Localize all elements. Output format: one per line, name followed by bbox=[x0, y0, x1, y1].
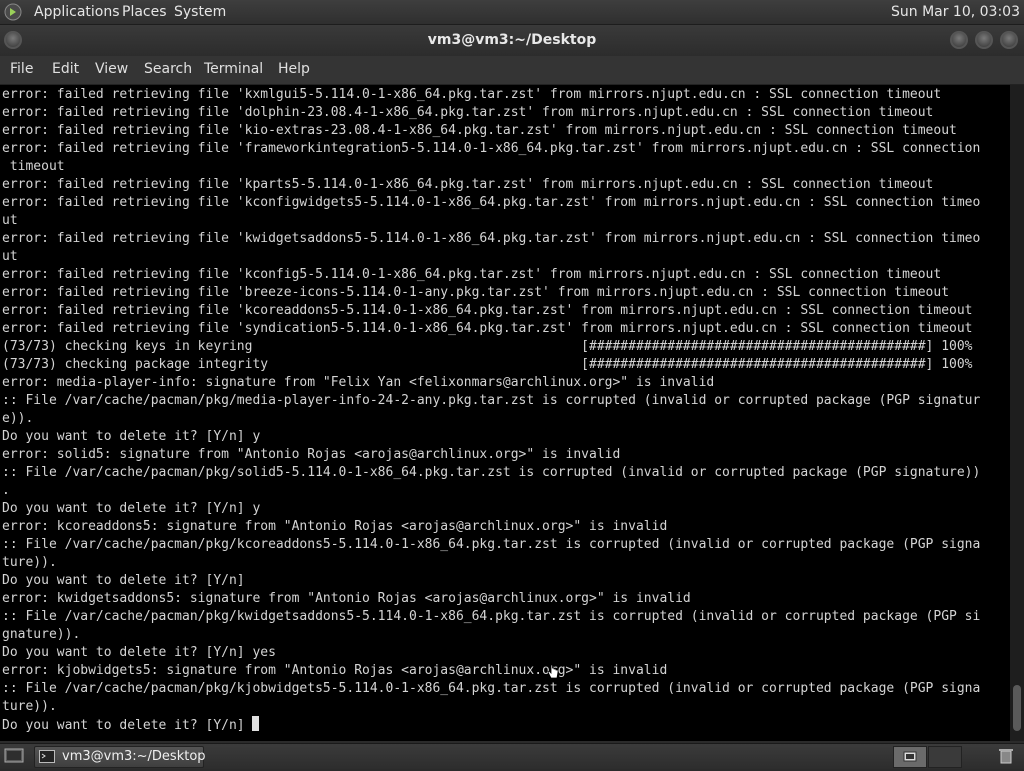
top-panel: Applications Places System Sun Mar 10, 0… bbox=[0, 0, 1024, 25]
show-desktop-icon[interactable] bbox=[4, 747, 24, 765]
terminal-line: :: File /var/cache/pacman/pkg/kjobwidget… bbox=[2, 681, 981, 696]
terminal-line: error: failed retrieving file 'kparts5-5… bbox=[2, 177, 934, 192]
places-menu[interactable]: Places bbox=[122, 4, 167, 20]
menu-file[interactable]: File bbox=[10, 61, 33, 77]
terminal-line: :: File /var/cache/pacman/pkg/kcoreaddon… bbox=[2, 537, 981, 552]
terminal-line: ture)). bbox=[2, 555, 57, 570]
maximize-button[interactable] bbox=[975, 31, 993, 49]
terminal-line: error: media-player-info: signature from… bbox=[2, 375, 715, 390]
terminal-line: Do you want to delete it? [Y/n] y bbox=[2, 429, 261, 444]
distro-logo-icon[interactable] bbox=[4, 3, 22, 21]
terminal-line: timeout bbox=[2, 159, 65, 174]
terminal-icon bbox=[39, 750, 55, 763]
minimize-button[interactable] bbox=[950, 31, 968, 49]
terminal-line: Do you want to delete it? [Y/n] bbox=[2, 716, 1010, 734]
terminal-line: ture)). bbox=[2, 699, 57, 714]
menu-terminal[interactable]: Terminal bbox=[204, 61, 263, 77]
applications-menu[interactable]: Applications bbox=[34, 4, 120, 20]
menubar: File Edit View Search Terminal Help bbox=[0, 56, 1024, 85]
terminal-line: error: failed retrieving file 'kconfig5-… bbox=[2, 267, 942, 282]
terminal-line: error: failed retrieving file 'breeze-ic… bbox=[2, 285, 950, 300]
terminal-line: gnature)). bbox=[2, 627, 81, 642]
scrollbar[interactable] bbox=[1010, 85, 1024, 741]
terminal-line: error: failed retrieving file 'kcoreaddo… bbox=[2, 303, 973, 318]
terminal-line: . bbox=[2, 483, 10, 498]
taskbar: vm3@vm3:~/Desktop bbox=[0, 743, 1024, 769]
taskbar-terminal-button[interactable]: vm3@vm3:~/Desktop bbox=[34, 746, 206, 768]
system-menu[interactable]: System bbox=[174, 4, 226, 20]
window-titlebar[interactable]: vm3@vm3:~/Desktop bbox=[0, 25, 1024, 56]
terminal-line: ut bbox=[2, 249, 18, 264]
trash-icon[interactable] bbox=[996, 748, 1016, 764]
terminal-line: :: File /var/cache/pacman/pkg/kwidgetsad… bbox=[2, 609, 981, 624]
menu-search[interactable]: Search bbox=[144, 61, 192, 77]
window-title: vm3@vm3:~/Desktop bbox=[427, 32, 597, 48]
terminal-line: ut bbox=[2, 213, 18, 228]
terminal-line: :: File /var/cache/pacman/pkg/solid5-5.1… bbox=[2, 465, 981, 480]
terminal-line: Do you want to delete it? [Y/n] yes bbox=[2, 645, 276, 660]
terminal-line: error: failed retrieving file 'kconfigwi… bbox=[2, 195, 981, 210]
terminal-line: error: kwidgetsaddons5: signature from "… bbox=[2, 591, 691, 606]
terminal-line: error: failed retrieving file 'kio-extra… bbox=[2, 123, 957, 138]
terminal-line: (73/73) checking keys in keyring [######… bbox=[2, 339, 973, 354]
clock[interactable]: Sun Mar 10, 03:03 bbox=[891, 4, 1020, 20]
terminal-line: error: failed retrieving file 'kxmlgui5-… bbox=[2, 87, 942, 102]
terminal-line: error: kcoreaddons5: signature from "Ant… bbox=[2, 519, 668, 534]
workspace-window-icon bbox=[903, 751, 917, 762]
terminal-lines: error: failed retrieving file 'kxmlgui5-… bbox=[0, 85, 1010, 734]
terminal-line: Do you want to delete it? [Y/n] y bbox=[2, 501, 261, 516]
workspace-1[interactable] bbox=[893, 746, 927, 768]
taskbar-terminal-label: vm3@vm3:~/Desktop bbox=[62, 749, 206, 764]
text-cursor bbox=[252, 716, 260, 731]
terminal-line: e)). bbox=[2, 411, 34, 426]
hand-pointer-icon bbox=[547, 664, 559, 679]
terminal-line: (73/73) checking package integrity [####… bbox=[2, 357, 973, 372]
terminal-line: :: File /var/cache/pacman/pkg/media-play… bbox=[2, 393, 981, 408]
menu-edit[interactable]: Edit bbox=[52, 61, 79, 77]
workspace-2[interactable] bbox=[928, 746, 962, 768]
terminal-line: error: failed retrieving file 'dolphin-2… bbox=[2, 105, 934, 120]
terminal-line: error: failed retrieving file 'kwidgetsa… bbox=[2, 231, 981, 246]
terminal-line: Do you want to delete it? [Y/n] bbox=[2, 573, 245, 588]
terminal-output[interactable]: error: failed retrieving file 'kxmlgui5-… bbox=[0, 85, 1010, 741]
scrollbar-thumb[interactable] bbox=[1013, 685, 1021, 731]
terminal-line: error: failed retrieving file 'framework… bbox=[2, 141, 981, 156]
terminal-line: error: failed retrieving file 'syndicati… bbox=[2, 321, 973, 336]
menu-view[interactable]: View bbox=[95, 61, 128, 77]
terminal-line: error: solid5: signature from "Antonio R… bbox=[2, 447, 621, 462]
close-button[interactable] bbox=[1000, 31, 1018, 49]
menu-help[interactable]: Help bbox=[278, 61, 310, 77]
terminal-line: error: kjobwidgets5: signature from "Ant… bbox=[2, 663, 668, 678]
